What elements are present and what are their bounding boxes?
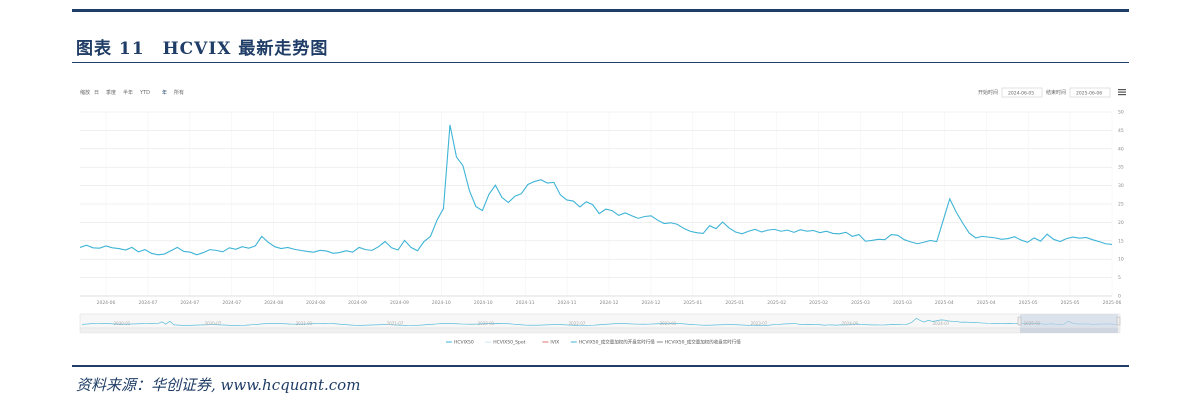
start-time-value: 2024-06-05: [1008, 91, 1034, 97]
gridlines: [80, 111, 1113, 297]
top-rule: [72, 9, 1129, 12]
legend-item[interactable]: HCVIX50_成交量加权的收盘实时行情: [665, 339, 741, 346]
x-tick-label: 2024-11: [516, 300, 535, 306]
y-tick-label: 50: [1118, 110, 1124, 116]
legend: HCVIX50 HCVIX50_Spot IVIX HCVIX50_成交量加权的开盘实…: [446, 339, 741, 346]
x-tick-label: 2024-08: [306, 300, 325, 306]
y-tick-label: 25: [1118, 202, 1124, 208]
navigator-tick-label: 2021-07: [387, 321, 404, 326]
series-line-hcvix50: [79, 124, 1113, 256]
source-note: 资料来源：华创证券, www.hcquant.com: [76, 376, 361, 394]
end-time-value: 2025-06-06: [1076, 91, 1102, 97]
navigator-tick-label: 2021-01: [296, 321, 313, 326]
x-tick-label: 2024-07: [222, 300, 241, 306]
figure-title: 图表 11 HCVIX 最新走势图: [76, 39, 329, 59]
x-tick-label: 2024-12: [642, 300, 661, 306]
zoom-label: 缩放: [80, 89, 90, 96]
x-tick-label: 2024-08: [264, 300, 283, 306]
navigator-scrollbar[interactable]: [79, 327, 1121, 334]
x-tick-label: 2024-11: [558, 300, 577, 306]
x-tick-label: 2024-10: [432, 300, 451, 306]
legend-item[interactable]: IVIX: [550, 340, 559, 346]
navigator-tick-label: 2023-01: [660, 321, 677, 326]
y-tick-label: 35: [1118, 165, 1124, 171]
y-tick-label: 5: [1118, 275, 1121, 281]
x-tick-label: 2025-01: [683, 300, 702, 306]
y-tick-label: 0: [1118, 294, 1121, 300]
x-tick-label: 2025-04: [935, 300, 954, 306]
navigator-tick-label: 2022-01: [478, 321, 495, 326]
bottom-rule: [72, 365, 1129, 367]
x-tick-label: 2025-01: [725, 300, 744, 306]
x-tick-label: 2024-07: [139, 300, 158, 306]
zoom-option[interactable]: 季度: [106, 89, 116, 96]
y-tick-label: 40: [1118, 146, 1124, 152]
navigator-tick-label: 2025-01: [1024, 321, 1041, 326]
zoom-option[interactable]: 年: [162, 89, 167, 96]
menu-icon[interactable]: [1118, 89, 1126, 96]
y-axis: 0 5 10 15 20 25 30 35 40 45 50: [1118, 110, 1124, 300]
x-tick-label: 2024-07: [180, 300, 199, 306]
zoom-option[interactable]: 所有: [174, 89, 184, 96]
x-tick-label: 2025-03: [851, 300, 870, 306]
title-rule: [72, 62, 1129, 63]
zoom-option[interactable]: YTD: [139, 90, 150, 96]
y-tick-label: 10: [1118, 257, 1124, 263]
zoom-toolbar: 缩放 日 季度 半年 YTD 年所有 开始时间 2024-06-05 结束时间 2025…: [80, 87, 1126, 98]
x-tick-label: 2025-06: [1103, 300, 1122, 306]
x-tick-label: 2025-02: [767, 300, 786, 306]
navigator-tick-label: 2024-07: [933, 321, 950, 326]
x-axis: 2024-06 2024-07 2024-07 2024-07 2024-08 2024-…: [80, 295, 1122, 306]
x-tick-label: 2024-09: [390, 300, 409, 306]
zoom-option[interactable]: 日: [94, 90, 99, 96]
x-tick-label: 2025-03: [893, 300, 912, 306]
x-tick-label: 2024-09: [348, 300, 367, 306]
navigator-tick-label: 2022-07: [569, 321, 586, 326]
y-tick-label: 30: [1118, 183, 1124, 189]
chart-frame: 缩放 日季度 半年 YTD 年所有 开始时间 2024-06-05 结束时间 2025…: [72, 72, 1129, 356]
hcvix-chart: 缩放 日季度 半年 YTD 年所有 开始时间 2024-06-05 结束时间 2025…: [79, 87, 1126, 346]
legend-item[interactable]: HCVIX50: [454, 340, 474, 346]
end-time-label: 结束时间: [1046, 89, 1066, 96]
x-tick-label: 2025-05: [1061, 300, 1080, 306]
x-tick-label: 2025-02: [809, 300, 828, 306]
zoom-option[interactable]: 半年: [123, 89, 133, 96]
y-tick-label: 20: [1118, 220, 1124, 226]
navigator-scrollbar-thumb[interactable]: [1020, 328, 1118, 333]
x-tick-label: 2024-12: [600, 300, 619, 306]
navigator[interactable]: 2020-01 2020-07 2021-01 2021-07 2022-01 2022-…: [79, 313, 1121, 334]
legend-item[interactable]: HCVIX50_Spot: [493, 340, 525, 346]
navigator-tick-label: 2020-07: [205, 321, 222, 326]
navigator-track: [79, 313, 1121, 329]
x-tick-label: 2024-10: [474, 300, 493, 306]
navigator-tick-label: 2020-01: [114, 321, 131, 326]
y-tick-label: 15: [1118, 238, 1124, 244]
navigator-left-handle[interactable]: [1017, 316, 1022, 326]
x-tick-label: 2025-05: [1019, 300, 1038, 306]
legend-item[interactable]: HCVIX50_成交量加权的开盘实时行情: [579, 339, 655, 346]
y-tick-label: 45: [1118, 128, 1124, 134]
navigator-right-handle[interactable]: [1116, 316, 1121, 326]
navigator-tick-label: 2024-01: [842, 321, 859, 326]
x-tick-label: 2024-06: [97, 300, 116, 306]
x-tick-label: 2025-04: [977, 300, 996, 306]
navigator-tick-label: 2023-07: [751, 321, 768, 326]
start-time-label: 开始时间: [978, 89, 998, 96]
